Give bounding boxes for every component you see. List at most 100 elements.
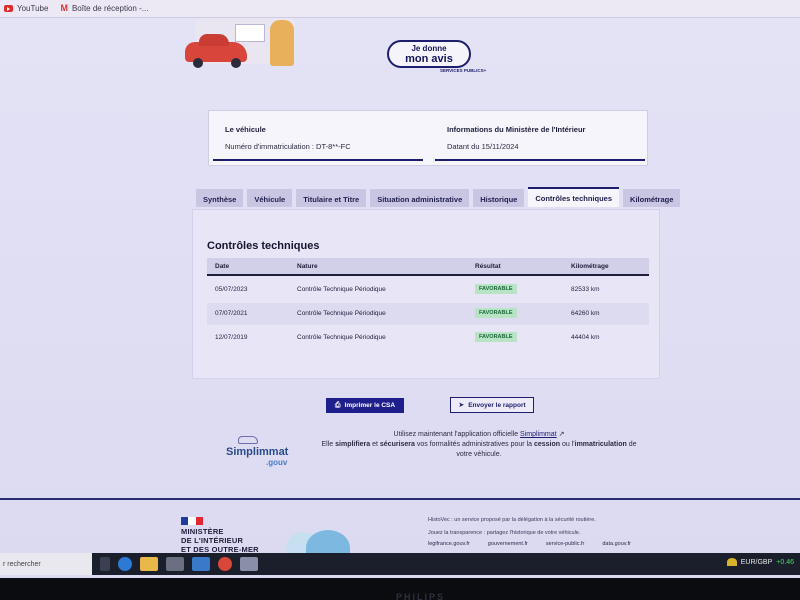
histovec-page: Je donne mon avis SERVICES PUBLICS+ Le v… [0, 18, 800, 580]
promo-bold: cession [533, 441, 561, 448]
table-row: 07/07/2021 Contrôle Technique Périodique… [207, 303, 649, 325]
promo-text: de [626, 441, 637, 448]
table-row: 12/07/2019 Contrôle Technique Périodique… [207, 327, 649, 349]
simplimmat-link[interactable]: Simplimmat [520, 431, 557, 438]
send-report-button[interactable]: ➤ Envoyer le rapport [450, 397, 534, 413]
ministry-card: Informations du Ministère de l'Intérieur… [435, 125, 645, 161]
services-publics-logo: SERVICES PUBLICS+ [440, 68, 487, 73]
monitor-brand: PHILIPS [396, 592, 446, 600]
system-tray: EUR/GBP +0.46 [726, 558, 794, 566]
tab-titulaire[interactable]: Titulaire et Titre [296, 189, 367, 207]
app-icon[interactable] [240, 557, 258, 571]
tab-synthese[interactable]: Synthèse [196, 189, 244, 207]
column-header-nature: Nature [297, 263, 318, 270]
send-icon: ➤ [458, 402, 465, 409]
bookmarks-bar: YouTube M Boîte de réception -... [0, 0, 800, 18]
footer-text-line: Jouez la transparence : partagez l'histo… [428, 530, 581, 536]
column-header-date: Date [215, 263, 230, 270]
promo-line1-prefix: Utilisez maintenant l'application offici… [393, 431, 521, 438]
row-km: 44404 km [571, 334, 600, 341]
ministry-logo[interactable]: MINISTÈRE DE L'INTÉRIEUR ET DES OUTRE-ME… [181, 527, 259, 554]
row-date: 07/07/2021 [215, 310, 248, 317]
simplimmat-logo[interactable]: Simplimmat .gouv [226, 436, 296, 467]
ministry-card-title: Informations du Ministère de l'Intérieur [447, 125, 586, 134]
wheel-icon [193, 58, 203, 68]
tab-situation-administrative[interactable]: Situation administrative [370, 189, 470, 207]
tab-kilometrage[interactable]: Kilométrage [623, 189, 681, 207]
promo-text: vos formalités administratives pour la [414, 441, 534, 448]
tab-bar: Synthèse Véhicule Titulaire et Titre Sit… [196, 187, 684, 209]
taskbar-search-input[interactable]: r rechercher [0, 553, 92, 575]
edge-icon[interactable] [118, 557, 132, 571]
simplimmat-promo: Utilisez maintenant l'application offici… [316, 430, 642, 460]
footer-links: legifrance.gouv.fr gouvernement.fr servi… [428, 541, 649, 547]
row-nature: Contrôle Technique Périodique [297, 310, 386, 317]
file-explorer-icon[interactable] [140, 557, 158, 571]
feedback-line1: Je donne [411, 44, 447, 53]
hero-board-shape [235, 24, 265, 42]
wheel-icon [231, 58, 241, 68]
french-flag-icon [181, 517, 203, 525]
feedback-button[interactable]: Je donne mon avis [387, 40, 471, 68]
store-icon[interactable] [166, 557, 184, 571]
promo-text: et [370, 441, 380, 448]
promo-text: Elle [321, 441, 336, 448]
row-km: 82533 km [571, 286, 600, 293]
table-header: Date Nature Résultat Kilométrage [207, 258, 649, 276]
gmail-icon: M [60, 3, 68, 13]
promo-line1: Utilisez maintenant l'application offici… [316, 430, 642, 440]
monitor-bezel: PHILIPS [0, 578, 800, 600]
promo-bold: immatriculation [574, 441, 627, 448]
simplimmat-logo-word: Simplimmat [226, 446, 289, 458]
person-icon [270, 20, 294, 66]
result-badge: FAVORABLE [475, 332, 517, 342]
bookmark-youtube[interactable]: YouTube [4, 4, 48, 13]
row-date: 12/07/2019 [215, 334, 248, 341]
controles-panel: Contrôles techniques Date Nature Résulta… [192, 209, 660, 379]
ministry-card-text: Datant du 15/11/2024 [447, 142, 519, 151]
monitor-screen: YouTube M Boîte de réception -... Je don… [0, 0, 800, 580]
row-nature: Contrôle Technique Périodique [297, 334, 386, 341]
feedback-line2: mon avis [405, 53, 453, 65]
footer-separator [0, 498, 800, 500]
tray-value: +0.46 [776, 558, 794, 566]
tab-vehicule[interactable]: Véhicule [247, 189, 293, 207]
car-icon [238, 436, 258, 444]
promo-text: ou l' [560, 441, 575, 448]
vehicle-card-title: Le véhicule [225, 125, 266, 134]
chrome-icon[interactable] [218, 557, 232, 571]
ministry-logo-line: DE L'INTÉRIEUR [181, 536, 244, 545]
footer-text: HistoVec : un service proposé par la dél… [428, 514, 728, 540]
footer-link-legifrance[interactable]: legifrance.gouv.fr [428, 541, 470, 547]
send-button-label: Envoyer le rapport [468, 401, 526, 409]
simplimmat-logo-suffix: .gouv [266, 458, 288, 467]
currency-icon [726, 558, 737, 566]
bookmark-gmail[interactable]: M Boîte de réception -... [60, 3, 149, 14]
ministry-logo-line: MINISTÈRE [181, 527, 224, 536]
tab-historique[interactable]: Historique [473, 189, 525, 207]
result-badge: FAVORABLE [475, 284, 517, 294]
bookmark-label: Boîte de réception -... [71, 4, 149, 13]
print-button-label: Imprimer le CSA [344, 402, 396, 409]
result-badge: FAVORABLE [475, 308, 517, 318]
panel-title: Contrôles techniques [207, 240, 320, 252]
print-csa-button[interactable]: ⎙ Imprimer le CSA [326, 398, 404, 413]
bookmark-label: YouTube [17, 4, 49, 13]
table-row: 05/07/2023 Contrôle Technique Périodique… [207, 279, 649, 301]
tab-controles-techniques[interactable]: Contrôles techniques [528, 187, 620, 207]
external-link-icon: ↗ [558, 431, 565, 438]
column-header-km: Kilométrage [571, 263, 609, 270]
row-km: 64260 km [571, 310, 600, 317]
windows-taskbar: r rechercher EUR/GBP +0.46 [0, 553, 800, 575]
hero-illustration [175, 18, 315, 70]
promo-line3: votre véhicule. [456, 451, 502, 458]
promo-line2: Elle simplifiera et sécurisera vos forma… [316, 440, 642, 450]
row-date: 05/07/2023 [215, 286, 248, 293]
footer-link-data-gouv[interactable]: data.gouv.fr [602, 541, 631, 547]
footer-link-gouvernement[interactable]: gouvernement.fr [488, 541, 528, 547]
task-view-icon[interactable] [100, 557, 110, 571]
promo-bold: sécurisera [379, 441, 415, 448]
mail-icon[interactable] [192, 557, 210, 571]
footer-link-service-public[interactable]: service-public.fr [546, 541, 585, 547]
info-cards: Le véhicule Numéro d'immatriculation : D… [208, 110, 648, 166]
